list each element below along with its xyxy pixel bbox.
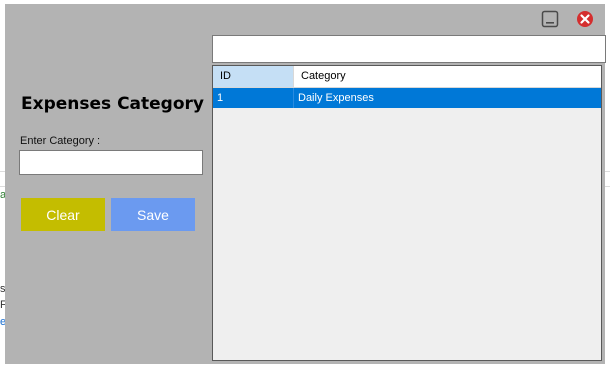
clear-button[interactable]: Clear [21,198,105,231]
table-row[interactable]: 1 Daily Expenses [213,88,601,108]
save-button[interactable]: Save [111,198,195,231]
minimize-icon [541,10,559,28]
close-button[interactable] [576,10,594,28]
minimize-button[interactable] [541,10,559,28]
column-header-id[interactable]: ID [213,66,294,87]
grid-header: ID Category [213,66,601,88]
page-title: Expenses Category [21,94,204,114]
category-field-label: Enter Category : [20,135,101,147]
category-input[interactable] [19,150,203,175]
expenses-category-dialog: Expenses Category Enter Category : Clear… [5,4,606,364]
category-data-grid[interactable]: ID Category 1 Daily Expenses [212,65,602,361]
column-header-category[interactable]: Category [294,66,601,87]
cell-category[interactable]: Daily Expenses [294,88,601,108]
search-input[interactable] [212,35,606,63]
cell-id[interactable]: 1 [213,88,294,108]
close-circle-icon [577,11,593,27]
